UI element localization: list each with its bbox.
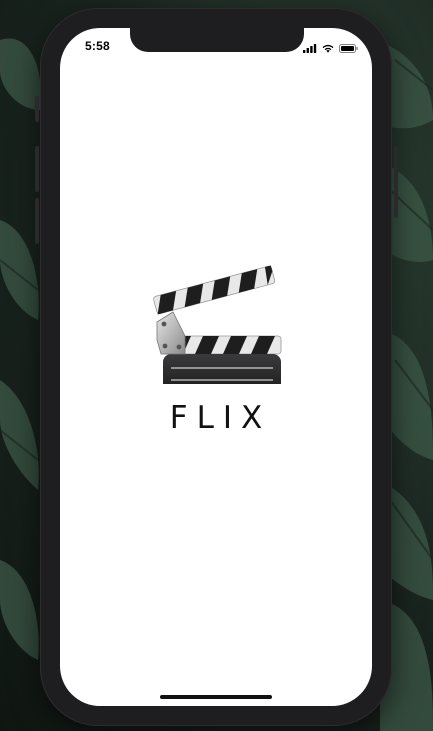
battery-icon xyxy=(339,40,358,58)
silent-switch xyxy=(35,96,39,122)
signal-icon xyxy=(303,40,317,58)
status-time: 5:58 xyxy=(85,39,110,53)
notch xyxy=(130,28,304,52)
status-icons xyxy=(303,40,358,58)
wifi-icon xyxy=(322,40,334,58)
clapperboard-icon xyxy=(151,250,283,408)
power-button xyxy=(394,146,398,218)
home-indicator[interactable] xyxy=(160,695,272,699)
volume-up-button xyxy=(35,146,39,192)
app-title: FLIX xyxy=(169,400,272,436)
volume-down-button xyxy=(35,198,39,244)
app-screen: 5:58 FLIX xyxy=(60,28,372,706)
